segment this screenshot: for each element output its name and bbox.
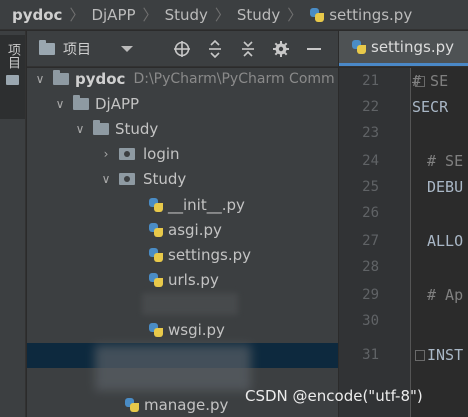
gear-icon[interactable] [270,38,292,60]
code-line: # SE [427,152,464,170]
tree-item-path: D:\PyCharm\PyCharm Comm [133,70,335,87]
tree-item-label: __init__.py [168,195,245,214]
line-number: 23 [362,125,379,141]
line-number: 21 [362,73,379,89]
tree-item-login[interactable]: › login [27,141,338,166]
tree-item-init[interactable]: __init__.py [27,192,338,217]
tree-item-asgi[interactable]: asgi.py [27,217,338,242]
chevron-down-icon[interactable]: ∨ [53,97,67,111]
package-icon [119,172,135,185]
tree-item-urls[interactable]: urls.py [27,267,338,292]
tab-settings[interactable]: settings.py [339,31,468,66]
python-file-icon [148,197,164,213]
tree-item-study[interactable]: ∨ Study [27,116,338,141]
project-view-selector[interactable]: 项目 [39,37,133,61]
breadcrumb-item-pydoc[interactable]: pydoc [12,6,62,24]
collapse-all-icon[interactable] [237,38,259,60]
tree-item-label: login [143,144,180,163]
redacted-item [95,345,251,391]
chevron-down-icon[interactable]: ∨ [99,172,113,186]
project-tree: ∨ pydoc D:\PyCharm\PyCharm Comm ∨ DjAPP … [27,68,338,417]
breadcrumb-item-study[interactable]: Study [165,6,208,24]
chevron-down-icon[interactable]: ∨ [33,72,47,86]
breadcrumb-item-study-inner[interactable]: Study [237,6,280,24]
project-tool-tab-label: 项目 [5,43,20,69]
line-number: 30 [362,313,379,329]
python-file-icon [124,397,140,413]
line-number: 28 [362,259,379,275]
tree-item-label: settings.py [168,245,251,264]
folder-icon [53,69,69,85]
code-line: INST [427,346,464,364]
tree-item-label: urls.py [168,270,219,289]
watermark: CSDN @encode("utf-8") [245,387,423,405]
tree-item-label: Study [115,119,159,138]
chevron-down-icon[interactable] [121,45,133,52]
breadcrumb: pydoc 〉 DjAPP 〉 Study 〉 Study 〉 settings… [0,0,468,30]
chevron-right-icon: 〉 [142,6,158,24]
breadcrumb-item-settings[interactable]: settings.py [329,6,412,24]
python-file-icon [148,322,164,338]
line-number: 27 [362,233,379,249]
tree-item-label: Study [143,169,187,188]
line-number: 26 [362,205,379,221]
locate-icon[interactable] [171,38,193,60]
tree-item-label: pydoc [75,69,126,88]
code-line: SECR [412,98,449,116]
chevron-down-icon[interactable]: ∨ [73,122,87,136]
tab-settings-label: settings.py [371,38,454,56]
tool-window-strip: 项目 [0,31,26,417]
python-file-icon [148,272,164,288]
tree-item-study-inner[interactable]: ∨ Study [27,166,338,191]
code-line: # SE [412,72,449,90]
folder-icon [73,94,89,110]
chevron-right-icon: 〉 [287,6,303,24]
python-file-icon [148,222,164,238]
redacted-item [142,293,238,315]
code-line: # Ap [427,286,464,304]
tree-item-pydoc[interactable]: ∨ pydoc D:\PyCharm\PyCharm Comm [27,68,338,91]
tree-item-wsgi[interactable]: wsgi.py [27,317,338,342]
code-line: ALLO [427,232,464,250]
tree-item-settings[interactable]: settings.py [27,242,338,267]
folder-icon [93,119,109,135]
code-line: DEBU [427,178,464,196]
python-file-icon [309,7,325,23]
folder-icon [39,39,55,55]
package-icon [119,147,135,160]
folder-icon [6,75,19,85]
minimize-icon[interactable] [303,38,325,60]
line-number: 31 [362,347,379,363]
tree-item-label: wsgi.py [168,320,225,339]
fold-marker[interactable] [415,350,425,361]
line-number: 25 [362,179,379,195]
project-toolbar: 项目 [27,31,338,67]
line-number: 22 [362,99,379,115]
breadcrumb-item-djapp[interactable]: DjAPP [91,6,135,24]
tree-item-djapp[interactable]: ∨ DjAPP [27,91,338,116]
expand-all-icon[interactable] [204,38,226,60]
tree-item-label: asgi.py [168,220,222,239]
project-view-label: 项目 [63,41,91,58]
tree-item-label: manage.py [144,395,229,414]
tree-item-label: DjAPP [95,94,140,113]
editor-tabbar: settings.py [339,31,468,67]
line-number: 24 [362,153,379,169]
chevron-right-icon[interactable]: › [99,147,113,161]
chevron-right-icon: 〉 [69,6,85,24]
python-file-icon [351,39,367,55]
line-number: 29 [362,287,379,303]
chevron-right-icon: 〉 [214,6,230,24]
project-tool-tab[interactable]: 项目 [0,35,25,119]
code-editor[interactable]: 21 22 23 24 25 26 27 28 29 30 31 # SE SE… [339,68,468,417]
python-file-icon [148,247,164,263]
